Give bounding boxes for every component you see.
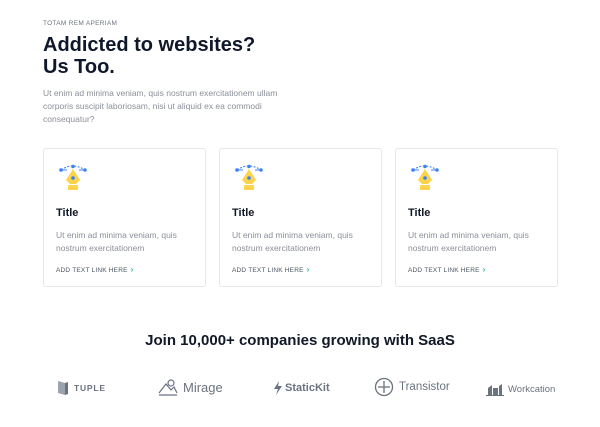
card-link-label[interactable]: ADD TEXT LINK HERE xyxy=(408,267,480,274)
eyebrow-label: TOTAM REM APERIAM xyxy=(43,20,118,27)
statickit-logo-icon xyxy=(273,381,283,395)
headline-line-2: Us Too. xyxy=(43,56,115,78)
pen-tool-icon xyxy=(409,164,441,192)
card-link[interactable]: ADD TEXT LINK HERE › xyxy=(408,265,486,274)
company-logo-name: TUPLE xyxy=(74,383,106,393)
company-logo-statickit: StaticKit xyxy=(273,381,330,395)
card-link-label[interactable]: ADD TEXT LINK HERE xyxy=(232,267,304,274)
company-logo-tuple: TUPLE xyxy=(57,380,106,396)
company-logo-name: Mirage xyxy=(183,379,223,395)
chevron-right-icon: › xyxy=(306,265,310,274)
card-body: Ut enim ad minima veniam, quis nostrum e… xyxy=(408,230,529,253)
card-link[interactable]: ADD TEXT LINK HERE › xyxy=(56,265,134,274)
company-logo-name: Transistor xyxy=(399,381,450,393)
feature-card: Title Ut enim ad minima veniam, quis nos… xyxy=(219,148,382,287)
card-link-label[interactable]: ADD TEXT LINK HERE xyxy=(56,267,128,274)
chevron-right-icon: › xyxy=(482,265,486,274)
company-logo-workcation: Workcation xyxy=(486,382,555,396)
workcation-logo-icon xyxy=(486,382,504,396)
section-intro: Ut enim ad minima veniam, quis nostrum e… xyxy=(43,88,278,124)
company-logo-transistor: Transistor xyxy=(374,377,450,397)
companies-heading: Join 10,000+ companies growing with SaaS xyxy=(145,332,455,349)
tuple-logo-icon xyxy=(57,380,69,396)
card-title: Title xyxy=(408,207,431,219)
section-headline: Addicted to websites? Us Too. xyxy=(43,34,303,78)
company-logo-mirage: Mirage xyxy=(158,378,223,396)
card-title: Title xyxy=(232,207,255,219)
card-body: Ut enim ad minima veniam, quis nostrum e… xyxy=(232,230,353,253)
card-title: Title xyxy=(56,207,79,219)
card-body: Ut enim ad minima veniam, quis nostrum e… xyxy=(56,230,177,253)
company-logo-name: StaticKit xyxy=(285,382,330,394)
pen-tool-icon xyxy=(57,164,89,192)
company-logo-name: Workcation xyxy=(508,383,556,395)
card-link[interactable]: ADD TEXT LINK HERE › xyxy=(232,265,310,274)
headline-line-1: Addicted to websites? xyxy=(43,34,256,56)
company-logos: TUPLE Mirage StaticKit Transistor Workca… xyxy=(0,375,600,405)
chevron-right-icon: › xyxy=(130,265,134,274)
mirage-logo-icon xyxy=(158,378,178,396)
feature-card: Title Ut enim ad minima veniam, quis nos… xyxy=(43,148,206,287)
transistor-logo-icon xyxy=(374,377,394,397)
pen-tool-icon xyxy=(233,164,265,192)
feature-card: Title Ut enim ad minima veniam, quis nos… xyxy=(395,148,558,287)
